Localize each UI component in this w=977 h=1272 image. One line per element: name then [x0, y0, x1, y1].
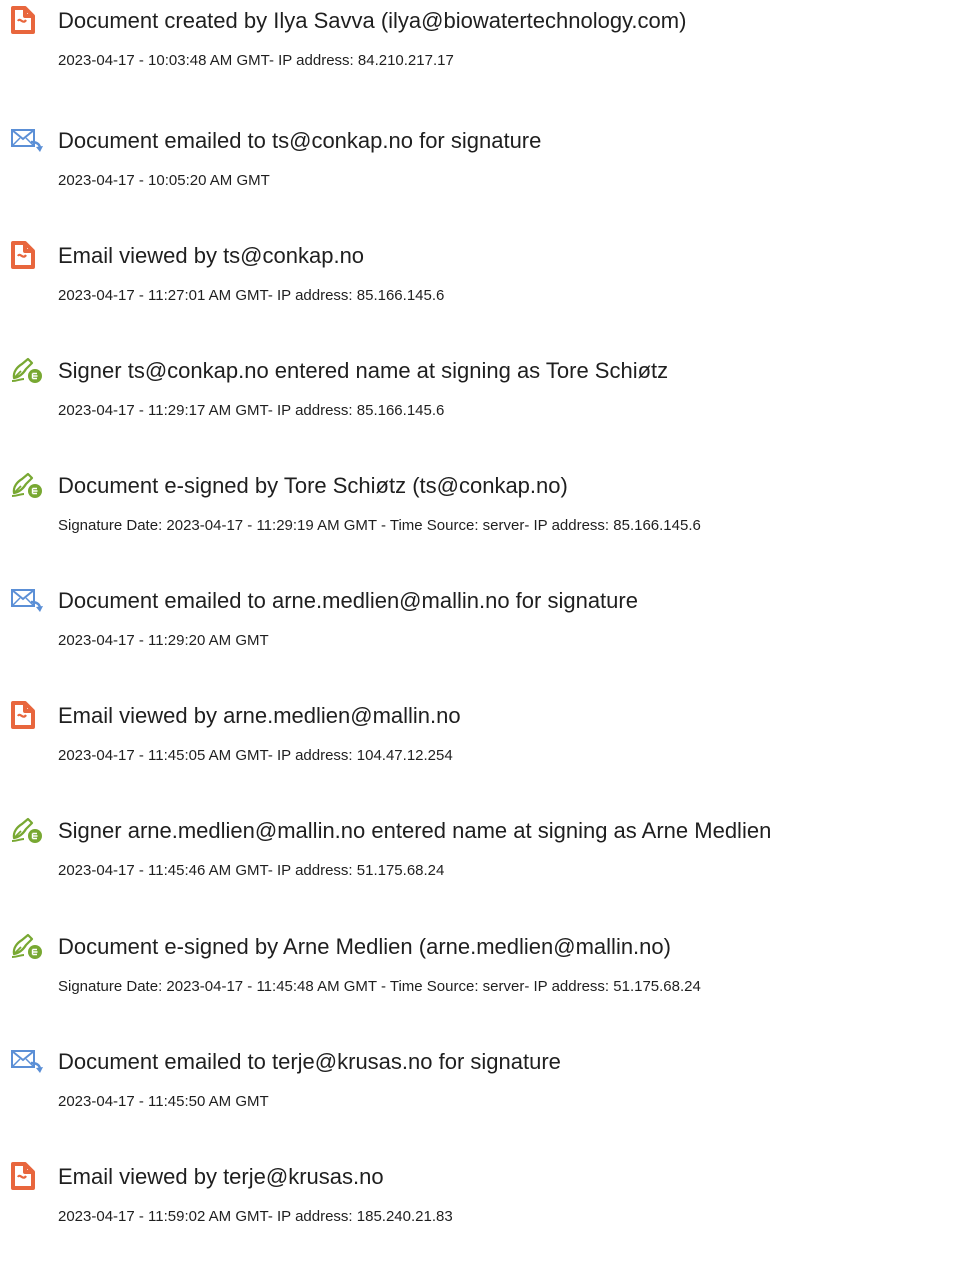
- event-title: Email viewed by arne.medlien@mallin.no: [58, 703, 461, 728]
- event-detail: 2023-04-17 - 11:27:01 AM GMT- IP address…: [58, 287, 445, 304]
- event-title: Document emailed to arne.medlien@mallin.…: [58, 588, 638, 613]
- history-event: Document emailed to arne.medlien@mallin.…: [0, 586, 977, 696]
- event-detail: 2023-04-17 - 11:29:17 AM GMT- IP address…: [58, 402, 445, 419]
- event-title: Signer arne.medlien@mallin.no entered na…: [58, 818, 772, 843]
- event-detail: Signature Date: 2023-04-17 - 11:45:48 AM…: [58, 978, 701, 995]
- history-event: Email viewed by ts@conkap.no 2023-04-17 …: [0, 241, 977, 351]
- event-title: Document created by Ilya Savva (ilya@bio…: [58, 8, 687, 33]
- event-detail: 2023-04-17 - 10:05:20 AM GMT: [58, 172, 270, 189]
- audit-history: Document created by Ilya Savva (ilya@bio…: [0, 0, 977, 1225]
- history-event: Document emailed to terje@krusas.no for …: [0, 1047, 977, 1157]
- event-detail: 2023-04-17 - 11:45:05 AM GMT- IP address…: [58, 747, 453, 764]
- event-title: Document e-signed by Arne Medlien (arne.…: [58, 934, 671, 959]
- document-viewed-icon: [10, 241, 44, 271]
- event-title: Email viewed by ts@conkap.no: [58, 243, 365, 268]
- event-detail: Signature Date: 2023-04-17 - 11:29:19 AM…: [58, 517, 701, 534]
- history-event: Email viewed by terje@krusas.no 2023-04-…: [0, 1162, 977, 1272]
- document-viewed-icon: [10, 701, 44, 731]
- history-event: Document e-signed by Tore Schiøtz (ts@co…: [0, 471, 977, 581]
- history-event: Document e-signed by Arne Medlien (arne.…: [0, 932, 977, 1042]
- history-event: Signer ts@conkap.no entered name at sign…: [0, 356, 977, 466]
- esign-pen-icon: [10, 471, 44, 501]
- esign-pen-icon: [10, 932, 44, 962]
- event-detail: 2023-04-17 - 11:45:46 AM GMT- IP address…: [58, 862, 445, 879]
- document-created-icon: [10, 6, 44, 36]
- history-event: Document emailed to ts@conkap.no for sig…: [0, 126, 977, 236]
- event-title: Email viewed by terje@krusas.no: [58, 1164, 384, 1189]
- history-event: Document created by Ilya Savva (ilya@bio…: [0, 6, 977, 116]
- event-title: Document emailed to ts@conkap.no for sig…: [58, 128, 542, 153]
- event-detail: 2023-04-17 - 11:29:20 AM GMT: [58, 632, 269, 649]
- esign-pen-icon: [10, 816, 44, 846]
- event-detail: 2023-04-17 - 11:59:02 AM GMT- IP address…: [58, 1208, 453, 1225]
- event-title: Document e-signed by Tore Schiøtz (ts@co…: [58, 473, 568, 498]
- esign-pen-icon: [10, 356, 44, 386]
- event-detail: 2023-04-17 - 10:03:48 AM GMT- IP address…: [58, 52, 454, 69]
- history-event: Signer arne.medlien@mallin.no entered na…: [0, 816, 977, 926]
- email-sent-icon: [10, 126, 44, 156]
- document-viewed-icon: [10, 1162, 44, 1192]
- history-event: Email viewed by arne.medlien@mallin.no 2…: [0, 701, 977, 811]
- event-title: Signer ts@conkap.no entered name at sign…: [58, 358, 669, 383]
- email-sent-icon: [10, 1047, 44, 1077]
- event-title: Document emailed to terje@krusas.no for …: [58, 1049, 561, 1074]
- email-sent-icon: [10, 586, 44, 616]
- event-detail: 2023-04-17 - 11:45:50 AM GMT: [58, 1093, 269, 1110]
